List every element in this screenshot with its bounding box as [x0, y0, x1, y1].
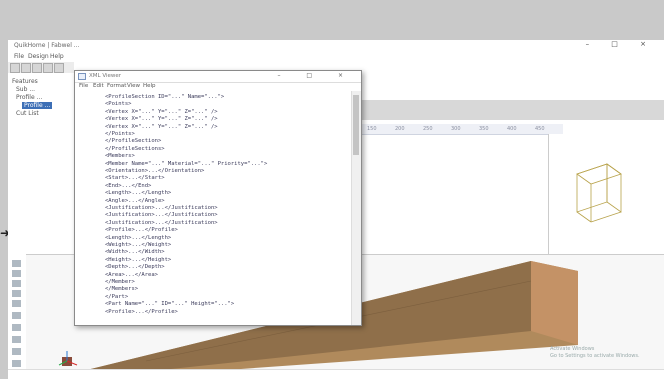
tree-item[interactable]: Sub ... — [16, 86, 35, 93]
xml-line: <Vertex X="..." Y="..." Z="..." /> — [105, 108, 218, 115]
preview-edge — [576, 211, 592, 223]
xml-line: <Points> — [105, 101, 132, 108]
tree-item[interactable]: Profile ... — [16, 94, 42, 101]
xml-line: <Orientation>...</Orientation> — [105, 168, 205, 174]
menu-file[interactable]: File — [14, 53, 24, 60]
ruler-tick: 250 — [423, 126, 433, 132]
window-controls[interactable]: – □ × — [586, 40, 656, 48]
section-icon[interactable] — [12, 300, 21, 307]
pan-icon[interactable] — [12, 270, 21, 277]
xml-text-area[interactable]: <ProfileSection ID="..." Name="..."> <Po… — [75, 91, 351, 325]
app-title: QuikHome | Fabwel ... — [14, 42, 80, 49]
horizontal-ruler: 100 150 200 250 300 350 400 450 — [333, 124, 563, 135]
watermark-line: Activate Windows — [550, 346, 595, 352]
xml-line: <Angle>...</Angle> — [105, 197, 165, 204]
ruler-tick: 350 — [479, 126, 489, 132]
xml-scroll-thumb[interactable] — [353, 95, 359, 155]
save-icon[interactable] — [32, 63, 42, 73]
xml-line: <Justification>...</Justification> — [105, 205, 218, 211]
xml-line: </Points> — [105, 131, 135, 137]
xml-line: <Vertex X="..." Y="..." Z="..." /> — [105, 123, 218, 130]
notepad-icon — [78, 73, 86, 80]
xml-menu-help[interactable]: Help — [143, 83, 156, 89]
grid-icon[interactable] — [12, 348, 21, 355]
toolbar — [8, 62, 74, 73]
ruler-tick: 300 — [451, 126, 461, 132]
menu-design[interactable]: Design — [28, 53, 49, 60]
watermark-line: Go to Settings to activate Windows. — [550, 353, 640, 359]
open-icon[interactable] — [21, 63, 31, 73]
xml-line: <Profile>...</Profile> — [105, 227, 178, 234]
settings-icon[interactable] — [54, 63, 64, 73]
xml-line: <Justification>...</Justification> — [105, 219, 218, 226]
xml-title: XML Viewer — [89, 73, 122, 79]
xml-menu-format[interactable]: Format — [107, 83, 126, 89]
zoom-icon[interactable] — [12, 280, 21, 287]
tree-item-selected[interactable]: Profile ... — [22, 102, 53, 109]
xml-line: <Width>...</Width> — [105, 249, 165, 256]
xml-menu-edit[interactable]: Edit — [93, 83, 104, 89]
xml-line: <Justification>...</Justification> — [105, 212, 218, 219]
xml-line: <Depth>...</Depth> — [105, 264, 165, 271]
xml-line: <Member Name="..." Material="..." Priori… — [105, 160, 268, 167]
menu-help[interactable]: Help — [50, 53, 64, 60]
xml-window-controls[interactable]: – □ × — [277, 72, 355, 79]
xml-line: <Weight>...</Weight> — [105, 242, 172, 248]
xml-line: <Length>...</Length> — [105, 190, 172, 197]
preview-front-face — [576, 163, 608, 213]
axis-triad-icon — [58, 351, 78, 366]
measure-icon[interactable] — [12, 324, 21, 331]
status-bar — [8, 369, 664, 379]
layer-icon[interactable] — [12, 336, 21, 343]
xml-line: <Part Name="..." ID="..." Height="..."> — [105, 301, 235, 308]
xml-viewer-window[interactable]: XML Viewer – □ × File Edit Format View H… — [74, 70, 362, 326]
ruler-tick: 450 — [535, 126, 545, 132]
preview-edge — [590, 211, 622, 223]
xml-line: <Profile>...</Profile> — [105, 308, 178, 315]
xml-menu-file[interactable]: File — [79, 83, 88, 89]
menu-bar: File Design Help — [8, 52, 664, 61]
beam-end-face — [531, 261, 578, 345]
xml-line: </Members> — [105, 286, 139, 293]
part-preview — [576, 163, 622, 223]
xml-line: </Member> — [105, 279, 135, 285]
tree-item[interactable]: Cut List — [16, 110, 39, 117]
activation-watermark: Activate Windows Go to Settings to activ… — [550, 346, 640, 360]
ribbon-strip — [333, 100, 664, 120]
xml-line: </Part> — [105, 293, 129, 300]
xml-line: <Vertex X="..." Y="..." Z="..." /> — [105, 116, 218, 123]
application-window: QuikHome | Fabwel ... – □ × File Design … — [8, 40, 664, 379]
xml-line: <End>...</End> — [105, 182, 152, 189]
preview-top-face — [576, 163, 622, 185]
xml-line: </ProfileSection> — [105, 138, 162, 145]
xml-line: <Height>...</Height> — [105, 256, 172, 263]
xml-line: <Area>...</Area> — [105, 271, 158, 278]
view-toolbar — [8, 254, 27, 379]
ruler-tick: 400 — [507, 126, 517, 132]
preview-panel — [548, 134, 664, 254]
tree-item[interactable]: Features — [12, 78, 38, 85]
view-icon[interactable] — [12, 312, 21, 319]
ruler-tick: 200 — [395, 126, 405, 132]
light-icon[interactable] — [12, 360, 21, 367]
xml-menu-view[interactable]: View — [127, 83, 140, 89]
preview-side-face — [606, 163, 622, 213]
xml-line: <Length>...</Length> — [105, 234, 172, 241]
xml-scrollbar[interactable] — [351, 91, 361, 325]
xml-menu-bar: File Edit Format View Help — [75, 82, 361, 91]
ruler-tick: 150 — [367, 126, 377, 132]
rotate-icon[interactable] — [12, 260, 21, 267]
xml-line: <ProfileSection ID="..." Name="..."> — [105, 94, 225, 100]
xml-line: </ProfileSections> — [105, 145, 165, 152]
fit-icon[interactable] — [12, 290, 21, 297]
xml-line: <Members> — [105, 153, 135, 160]
new-icon[interactable] — [10, 63, 20, 73]
print-icon[interactable] — [43, 63, 53, 73]
xml-line: <Start>...</Start> — [105, 175, 165, 182]
feature-tree: Features Sub ... Profile ... Profile ...… — [8, 74, 75, 254]
